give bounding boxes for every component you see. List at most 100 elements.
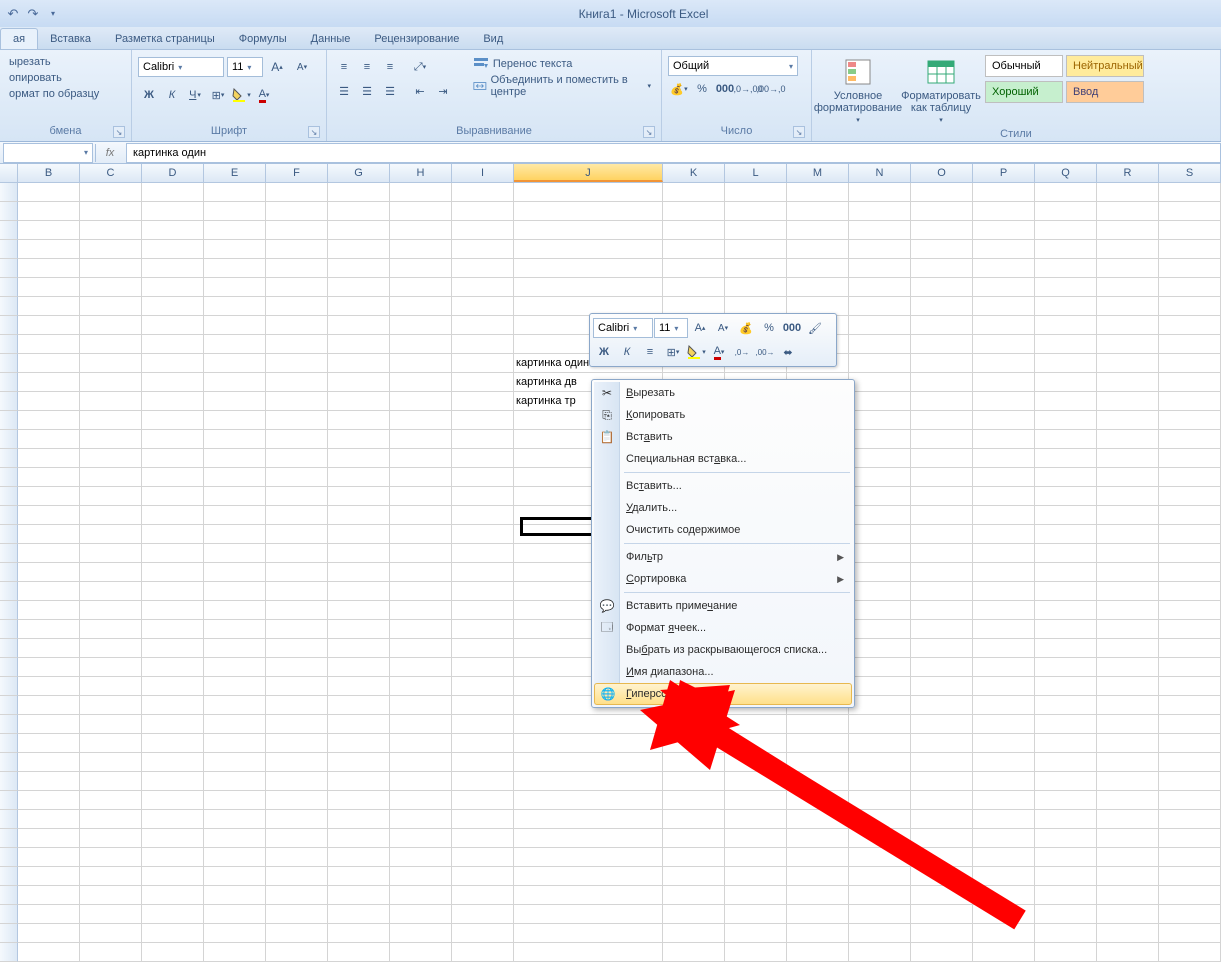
cell[interactable]	[973, 468, 1035, 487]
cell[interactable]	[787, 259, 849, 278]
cell[interactable]	[328, 582, 390, 601]
cell[interactable]	[18, 335, 80, 354]
cell[interactable]	[1097, 221, 1159, 240]
cell[interactable]	[80, 240, 142, 259]
cell[interactable]	[18, 677, 80, 696]
cell[interactable]	[80, 620, 142, 639]
row-header[interactable]	[0, 278, 18, 297]
cell[interactable]	[973, 886, 1035, 905]
col-header-N[interactable]: N	[849, 164, 911, 182]
cell[interactable]	[973, 677, 1035, 696]
cell[interactable]	[849, 430, 911, 449]
col-header-E[interactable]: E	[204, 164, 266, 182]
cell[interactable]	[18, 734, 80, 753]
cell[interactable]	[849, 696, 911, 715]
undo-icon[interactable]: ↶	[4, 5, 22, 23]
cell[interactable]	[204, 753, 266, 772]
cell[interactable]	[204, 886, 266, 905]
cell[interactable]	[1097, 487, 1159, 506]
cell[interactable]	[204, 772, 266, 791]
cell[interactable]	[1159, 905, 1221, 924]
cell[interactable]	[142, 221, 204, 240]
cell[interactable]	[80, 810, 142, 829]
cell[interactable]	[204, 240, 266, 259]
cell[interactable]	[514, 924, 663, 943]
cell[interactable]	[18, 582, 80, 601]
clipboard-launcher-icon[interactable]: ↘	[113, 126, 125, 138]
cell[interactable]	[18, 449, 80, 468]
cell[interactable]	[266, 411, 328, 430]
cell[interactable]	[452, 943, 514, 962]
row-header[interactable]	[0, 544, 18, 563]
cell[interactable]	[1159, 202, 1221, 221]
cell[interactable]	[514, 905, 663, 924]
cell[interactable]	[725, 734, 787, 753]
cell[interactable]	[142, 772, 204, 791]
merge-center-button[interactable]: Объединить и поместить в центре▾	[469, 74, 655, 98]
cell[interactable]	[452, 240, 514, 259]
font-size-combo[interactable]: 11▾	[227, 57, 263, 77]
cell[interactable]	[911, 525, 973, 544]
cell[interactable]	[204, 829, 266, 848]
cut-button[interactable]: ырезать	[6, 55, 102, 69]
cell[interactable]	[204, 867, 266, 886]
cell[interactable]	[390, 468, 452, 487]
cell[interactable]	[787, 810, 849, 829]
cell[interactable]	[390, 487, 452, 506]
cell[interactable]	[142, 601, 204, 620]
cell[interactable]	[80, 943, 142, 962]
cell[interactable]	[328, 506, 390, 525]
row-header[interactable]	[0, 943, 18, 962]
cell[interactable]	[266, 924, 328, 943]
cell[interactable]	[1035, 373, 1097, 392]
cell[interactable]	[204, 810, 266, 829]
cell[interactable]	[142, 240, 204, 259]
cell[interactable]	[663, 829, 725, 848]
cell[interactable]	[328, 639, 390, 658]
cell[interactable]	[973, 810, 1035, 829]
menu-clear-contents[interactable]: Очистить содержимое	[594, 519, 852, 541]
col-header-C[interactable]: C	[80, 164, 142, 182]
cell[interactable]	[787, 753, 849, 772]
mini-font-combo[interactable]: Calibri▾	[593, 318, 653, 338]
menu-insert[interactable]: Вставить...	[594, 475, 852, 497]
cell[interactable]	[663, 183, 725, 202]
cell[interactable]	[80, 335, 142, 354]
cell[interactable]	[328, 943, 390, 962]
cell[interactable]	[514, 278, 663, 297]
cell[interactable]	[973, 867, 1035, 886]
cell[interactable]	[142, 867, 204, 886]
cell[interactable]	[390, 620, 452, 639]
cell[interactable]	[266, 221, 328, 240]
decrease-decimal-icon[interactable]: ,00→,0	[760, 78, 782, 100]
cell[interactable]	[1159, 525, 1221, 544]
cell[interactable]	[328, 354, 390, 373]
cell[interactable]	[911, 924, 973, 943]
col-header-L[interactable]: L	[725, 164, 787, 182]
cell[interactable]	[80, 924, 142, 943]
cell[interactable]	[1159, 639, 1221, 658]
cell[interactable]	[266, 905, 328, 924]
cell[interactable]	[390, 715, 452, 734]
cell[interactable]	[390, 240, 452, 259]
cell[interactable]	[663, 202, 725, 221]
col-header-I[interactable]: I	[452, 164, 514, 182]
mini-size-combo[interactable]: 11▾	[654, 318, 688, 338]
cell[interactable]	[514, 202, 663, 221]
cell[interactable]	[1159, 297, 1221, 316]
cell[interactable]	[266, 278, 328, 297]
cell[interactable]	[204, 373, 266, 392]
row-header[interactable]	[0, 601, 18, 620]
cell[interactable]	[204, 677, 266, 696]
decrease-font-icon[interactable]: A▾	[291, 56, 313, 78]
cell[interactable]	[142, 943, 204, 962]
cell[interactable]	[1035, 810, 1097, 829]
align-left-icon[interactable]: ☰	[333, 80, 355, 102]
cell[interactable]	[80, 905, 142, 924]
cell[interactable]	[266, 696, 328, 715]
cell[interactable]	[328, 392, 390, 411]
cell[interactable]	[725, 221, 787, 240]
select-all-corner[interactable]	[0, 164, 18, 182]
cell[interactable]	[1159, 772, 1221, 791]
menu-name-range[interactable]: Имя диапазона...	[594, 661, 852, 683]
